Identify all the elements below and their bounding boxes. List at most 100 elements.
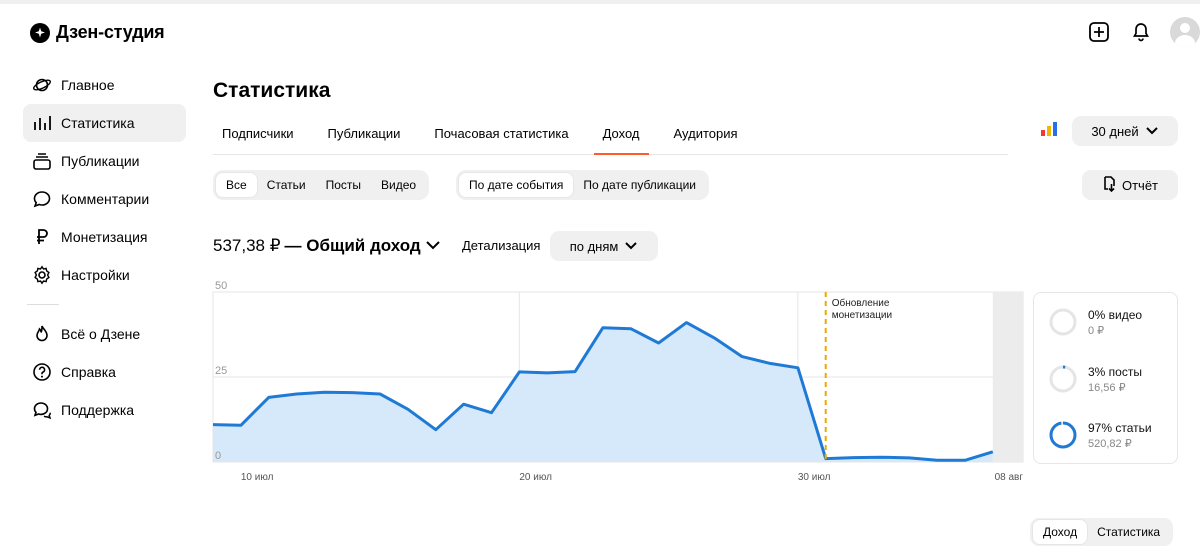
y-tick-label: 50 — [215, 280, 227, 292]
chart-point[interactable] — [934, 457, 940, 463]
chart-point[interactable] — [683, 320, 689, 326]
filter-video[interactable]: Видео — [371, 173, 426, 197]
chart-point[interactable] — [962, 457, 968, 463]
ring-chart-icon — [1049, 308, 1077, 336]
filter-articles[interactable]: Статьи — [257, 173, 316, 197]
browser-top-strip — [0, 0, 1200, 4]
tab-income[interactable]: Доход — [593, 112, 649, 155]
period-selector[interactable]: 30 дней — [1072, 116, 1178, 146]
detail-selector[interactable]: по дням — [550, 231, 658, 261]
chart-point[interactable] — [433, 427, 439, 433]
chart-point[interactable] — [321, 389, 327, 395]
income-breakdown-card: 0% видео 0 ₽ 3% посты 16,56 ₽ 97% статьи… — [1033, 292, 1178, 464]
report-label: Отчёт — [1121, 177, 1159, 193]
chart-point[interactable] — [711, 335, 717, 341]
planet-icon — [32, 75, 52, 95]
tab-subscribers[interactable]: Подписчики — [213, 112, 303, 154]
chart-point[interactable] — [628, 326, 634, 332]
sidebar-item-main[interactable]: Главное — [23, 66, 186, 104]
toggle-income[interactable]: Доход — [1033, 520, 1088, 544]
y-tick-label: 25 — [215, 365, 227, 377]
sidebar-item-publications[interactable]: Публикации — [23, 142, 186, 180]
comment-icon — [32, 189, 52, 209]
income-chart[interactable]: Обновление монетизации 0 25 50 10 июл 20 июл… — [205, 276, 1029, 488]
period-label: 30 дней — [1091, 123, 1139, 139]
sidebar-item-help[interactable]: Справка — [23, 353, 186, 391]
sidebar-item-label: Комментарии — [61, 191, 150, 207]
chart-point[interactable] — [377, 391, 383, 397]
sidebar-item-comments[interactable]: Комментарии — [23, 180, 186, 218]
chart-point[interactable] — [516, 369, 522, 375]
chart-point[interactable] — [851, 455, 857, 461]
sidebar-item-monetization[interactable]: Монетизация — [23, 218, 186, 256]
breakdown-video[interactable]: 0% видео 0 ₽ — [1048, 307, 1142, 337]
metrica-bars-icon[interactable] — [1041, 122, 1057, 141]
sidebar-item-label: Монетизация — [61, 229, 148, 245]
chart-point[interactable] — [405, 406, 411, 412]
chart-point[interactable] — [544, 370, 550, 376]
header-actions — [1086, 17, 1200, 47]
chart-point[interactable] — [823, 456, 829, 462]
chart-point[interactable] — [878, 454, 884, 460]
chart-point[interactable] — [795, 365, 801, 371]
breakdown-posts[interactable]: 3% посты 16,56 ₽ — [1048, 364, 1142, 394]
chart-point[interactable] — [572, 369, 578, 375]
tab-publications[interactable]: Публикации — [319, 112, 410, 154]
chart-point[interactable] — [906, 455, 912, 461]
report-button[interactable]: Отчёт — [1082, 170, 1178, 200]
ruble-icon — [32, 227, 52, 247]
x-tick-label: 08 авг — [995, 472, 1024, 483]
bell-icon[interactable] — [1128, 19, 1154, 45]
sidebar-item-label: Настройки — [61, 267, 130, 283]
detail-label: Детализация — [462, 238, 541, 253]
support-icon — [32, 400, 52, 420]
chart-point[interactable] — [266, 394, 272, 400]
chevron-down-icon — [624, 239, 638, 254]
breakdown-amount: 0 ₽ — [1088, 324, 1105, 337]
gear-icon — [32, 265, 52, 285]
sidebar-item-label: Главное — [61, 77, 115, 93]
sidebar-divider — [27, 304, 59, 305]
x-tick-label: 30 июл — [798, 472, 831, 483]
total-income-label: — Общий доход — [284, 236, 421, 255]
filter-all[interactable]: Все — [216, 173, 257, 197]
total-income[interactable]: 537,38 ₽ — Общий доход — [213, 236, 441, 256]
sidebar-item-settings[interactable]: Настройки — [23, 256, 186, 294]
date-mode-filter: По дате события По дате публикации — [456, 170, 709, 200]
chart-point[interactable] — [349, 390, 355, 396]
tab-hourly-stats[interactable]: Почасовая статистика — [425, 112, 577, 154]
chart-point[interactable] — [767, 360, 773, 366]
sidebar-item-about-zen[interactable]: Всё о Дзене — [23, 315, 186, 353]
avatar[interactable] — [1170, 17, 1200, 47]
chart-point[interactable] — [489, 410, 495, 416]
chart-point[interactable] — [600, 325, 606, 331]
sidebar-item-statistics[interactable]: Статистика — [23, 104, 186, 142]
chart-point[interactable] — [461, 401, 467, 407]
sidebar-item-label: Статистика — [61, 115, 135, 131]
download-file-icon — [1102, 175, 1116, 195]
breakdown-articles[interactable]: 97% статьи 520,82 ₽ — [1048, 420, 1152, 450]
filter-by-publication-date[interactable]: По дате публикации — [573, 173, 706, 197]
toggle-statistics[interactable]: Статистика — [1087, 520, 1170, 544]
page-title: Статистика — [213, 79, 331, 102]
logo[interactable]: Дзен-студия — [30, 22, 165, 43]
sidebar-item-label: Всё о Дзене — [61, 326, 141, 342]
add-icon[interactable] — [1086, 19, 1112, 45]
chevron-down-icon — [1145, 124, 1159, 139]
sidebar-item-label: Публикации — [61, 153, 140, 169]
chart-point[interactable] — [294, 391, 300, 397]
tab-audience[interactable]: Аудитория — [665, 112, 747, 154]
chart-point[interactable] — [656, 340, 662, 346]
ring-track — [1049, 365, 1077, 393]
chevron-down-icon — [425, 236, 441, 256]
chart-point[interactable] — [210, 422, 216, 428]
chart-point[interactable] — [238, 422, 244, 428]
bar-chart-icon — [32, 113, 52, 133]
filter-posts[interactable]: Посты — [316, 173, 371, 197]
breakdown-amount: 520,82 ₽ — [1088, 437, 1132, 450]
sidebar-item-support[interactable]: Поддержка — [23, 391, 186, 429]
chart-point[interactable] — [739, 354, 745, 360]
zen-logo-icon — [30, 22, 50, 43]
filter-by-event-date[interactable]: По дате события — [459, 173, 574, 197]
chart-point[interactable] — [990, 449, 996, 455]
